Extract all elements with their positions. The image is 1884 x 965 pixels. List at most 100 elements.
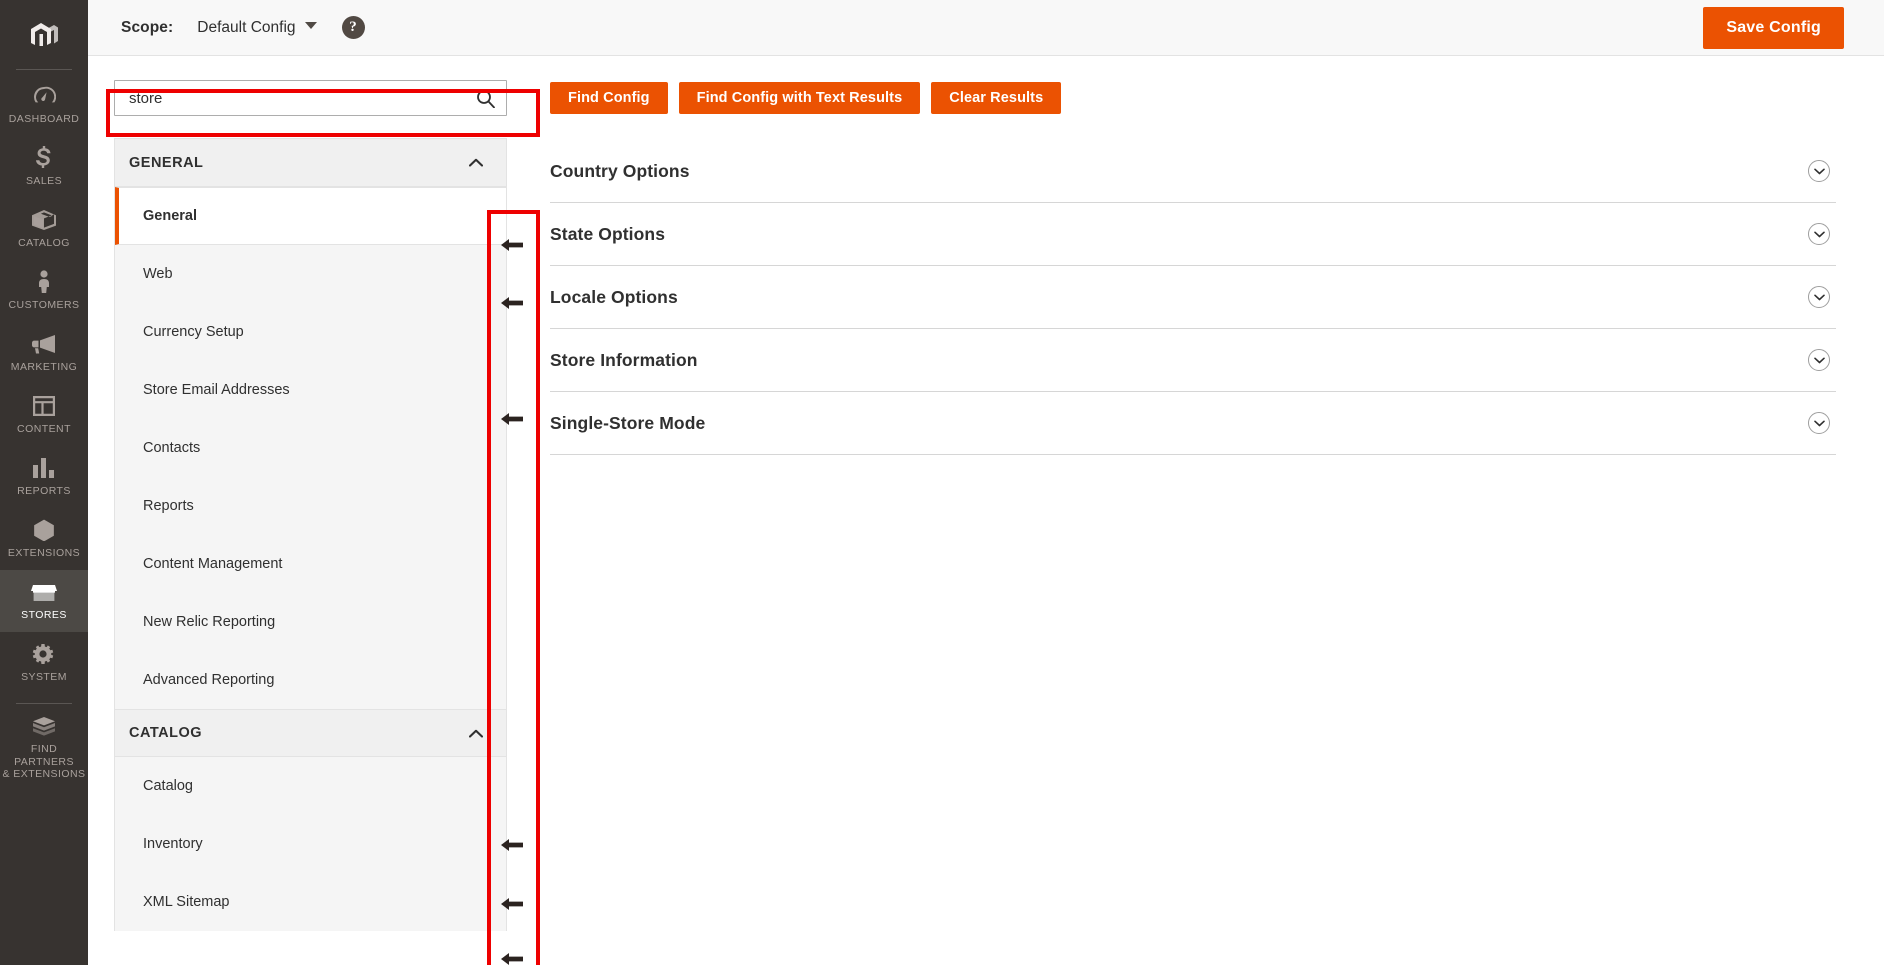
sidebar-item-label: STORES bbox=[21, 608, 67, 621]
save-config-button[interactable]: Save Config bbox=[1703, 7, 1844, 49]
magento-admin-config-page: DASHBOARD SALES CATALOG CUSTOMERS MARKET bbox=[0, 0, 1884, 965]
sidebar-item-customers[interactable]: CUSTOMERS bbox=[0, 260, 88, 322]
sidebar-item-label: CONTENT bbox=[17, 422, 71, 435]
person-icon bbox=[36, 270, 52, 294]
chevron-down-circle-icon[interactable] bbox=[1808, 349, 1830, 371]
layout-page-icon bbox=[32, 394, 56, 418]
config-section-header-catalog[interactable]: CATALOG bbox=[115, 709, 506, 757]
scope-switcher-value: Default Config bbox=[197, 18, 296, 36]
bar-chart-icon bbox=[32, 456, 56, 480]
help-question-icon[interactable]: ? bbox=[341, 16, 365, 39]
sidebar-item-label: CATALOG bbox=[18, 236, 70, 249]
sidebar-item-catalog[interactable]: CATALOG bbox=[0, 198, 88, 260]
config-nav-column: GENERAL General Web Currency Setup Store… bbox=[88, 56, 526, 965]
sidebar-item-reports[interactable]: REPORTS bbox=[0, 446, 88, 508]
config-section-title: GENERAL bbox=[129, 154, 204, 171]
admin-sidebar-nav: DASHBOARD SALES CATALOG CUSTOMERS MARKET bbox=[0, 0, 88, 965]
config-item-label: Web bbox=[143, 266, 173, 282]
config-item-label: Inventory bbox=[143, 836, 203, 852]
config-item-contacts[interactable]: Contacts bbox=[115, 419, 506, 477]
config-panel-title: Country Options bbox=[550, 160, 690, 181]
chevron-down-circle-icon[interactable] bbox=[1808, 286, 1830, 308]
config-item-label: Advanced Reporting bbox=[143, 672, 275, 688]
dollar-sign-icon bbox=[36, 145, 52, 170]
sidebar-item-extensions[interactable]: EXTENSIONS bbox=[0, 508, 88, 570]
config-item-xml-sitemap[interactable]: XML Sitemap bbox=[115, 873, 506, 931]
config-content-column: Find Config Find Config with Text Result… bbox=[526, 56, 1884, 965]
sidebar-item-sales[interactable]: SALES bbox=[0, 136, 88, 198]
find-config-with-text-results-button[interactable]: Find Config with Text Results bbox=[678, 82, 921, 114]
megaphone-icon bbox=[31, 332, 57, 356]
find-config-button[interactable]: Find Config bbox=[550, 82, 668, 114]
config-section-title: CATALOG bbox=[129, 725, 203, 741]
sidebar-item-label: DASHBOARD bbox=[8, 112, 80, 125]
config-item-web[interactable]: Web bbox=[115, 245, 506, 303]
blocks-icon bbox=[31, 714, 57, 738]
config-section-items-catalog: Catalog Inventory XML Sitemap bbox=[115, 757, 506, 931]
config-panel-state-options[interactable]: State Options bbox=[550, 203, 1836, 266]
config-panel-country-options[interactable]: Country Options bbox=[550, 140, 1836, 203]
config-item-content-management[interactable]: Content Management bbox=[115, 535, 506, 593]
clear-results-button[interactable]: Clear Results bbox=[931, 82, 1062, 114]
config-section-header-general[interactable]: GENERAL bbox=[115, 139, 506, 187]
nav-divider-top bbox=[16, 69, 72, 70]
sidebar-item-label: SALES bbox=[25, 174, 63, 187]
config-panel-single-store-mode[interactable]: Single-Store Mode bbox=[550, 392, 1836, 455]
config-item-label: New Relic Reporting bbox=[143, 614, 276, 630]
config-panel-title: Locale Options bbox=[550, 286, 678, 307]
storefront-icon bbox=[31, 580, 57, 604]
sidebar-item-find-partners-extensions[interactable]: FIND PARTNERS & EXTENSIONS bbox=[0, 708, 88, 788]
config-item-label: Content Management bbox=[143, 556, 283, 572]
chevron-down-circle-icon[interactable] bbox=[1808, 223, 1830, 245]
sidebar-item-system[interactable]: SYSTEM bbox=[0, 632, 88, 694]
chevron-down-circle-icon[interactable] bbox=[1808, 160, 1830, 182]
main-region: Scope: Default Config ? Save Config stor… bbox=[88, 0, 1884, 965]
config-item-currency-setup[interactable]: Currency Setup bbox=[115, 303, 506, 361]
config-item-label: General bbox=[143, 208, 197, 224]
body-split: GENERAL General Web Currency Setup Store… bbox=[88, 56, 1884, 965]
sidebar-item-label: FIND PARTNERS & EXTENSIONS bbox=[2, 743, 86, 780]
config-item-label: Store Email Addresses bbox=[143, 382, 290, 398]
config-search-wrap bbox=[114, 80, 507, 116]
gear-icon bbox=[32, 642, 56, 666]
sidebar-item-label: MARKETING bbox=[10, 360, 78, 373]
config-item-store-email-addresses[interactable]: Store Email Addresses bbox=[115, 361, 506, 419]
config-item-catalog[interactable]: Catalog bbox=[115, 757, 506, 815]
sidebar-item-marketing[interactable]: MARKETING bbox=[0, 322, 88, 384]
config-item-label: Currency Setup bbox=[143, 324, 244, 340]
scope-label: Scope: bbox=[121, 18, 174, 36]
sidebar-item-content[interactable]: CONTENT bbox=[0, 384, 88, 446]
config-panel-title: Single-Store Mode bbox=[550, 412, 706, 433]
box-icon bbox=[31, 208, 57, 232]
config-item-general[interactable]: General bbox=[115, 187, 506, 245]
chevron-down-circle-icon[interactable] bbox=[1808, 412, 1830, 434]
config-sections-list: Country Options State Options Locale Opt… bbox=[550, 140, 1836, 455]
config-item-label: Catalog bbox=[143, 778, 193, 794]
search-input[interactable] bbox=[114, 80, 507, 116]
config-section-items-general: General Web Currency Setup Store Email A… bbox=[115, 187, 506, 709]
nav-divider-bottom bbox=[16, 703, 72, 704]
config-panel-store-information[interactable]: Store Information bbox=[550, 329, 1836, 392]
sidebar-item-label: SYSTEM bbox=[21, 670, 67, 683]
config-panel-title: Store Information bbox=[550, 349, 698, 370]
config-accordion-menu: GENERAL General Web Currency Setup Store… bbox=[114, 138, 507, 931]
sidebar-item-label: CUSTOMERS bbox=[8, 298, 80, 311]
search-icon[interactable] bbox=[475, 88, 495, 108]
magento-logo-icon[interactable] bbox=[0, 12, 88, 60]
config-panel-title: State Options bbox=[550, 223, 666, 244]
config-panel-locale-options[interactable]: Locale Options bbox=[550, 266, 1836, 329]
config-item-label: XML Sitemap bbox=[143, 894, 230, 910]
sidebar-item-label: EXTENSIONS bbox=[7, 546, 81, 559]
dashboard-gauge-icon bbox=[32, 84, 56, 108]
config-item-new-relic-reporting[interactable]: New Relic Reporting bbox=[115, 593, 506, 651]
scope-switcher[interactable]: Default Config bbox=[197, 18, 317, 37]
config-item-label: Reports bbox=[143, 498, 194, 514]
config-item-reports[interactable]: Reports bbox=[115, 477, 506, 535]
sidebar-item-stores[interactable]: STORES bbox=[0, 570, 88, 632]
chevron-up-icon bbox=[468, 725, 484, 741]
sidebar-item-dashboard[interactable]: DASHBOARD bbox=[0, 74, 88, 136]
config-item-advanced-reporting[interactable]: Advanced Reporting bbox=[115, 651, 506, 709]
config-action-buttons: Find Config Find Config with Text Result… bbox=[550, 82, 1836, 114]
config-item-inventory[interactable]: Inventory bbox=[115, 815, 506, 873]
page-header-bar: Scope: Default Config ? Save Config bbox=[88, 0, 1884, 56]
